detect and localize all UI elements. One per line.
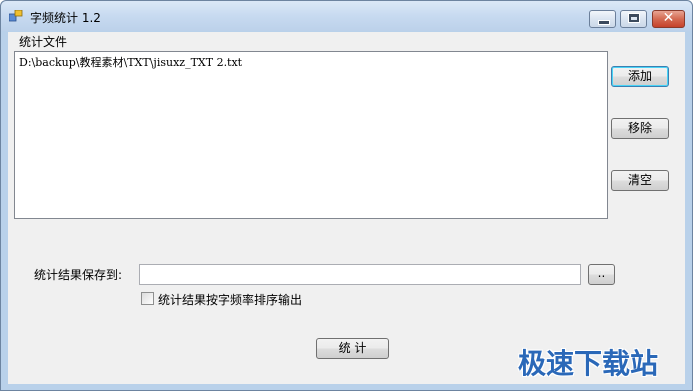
sort-output-label[interactable]: 统计结果按字频率排序输出 (158, 291, 302, 308)
minimize-button[interactable] (589, 10, 616, 28)
browse-button[interactable]: .. (588, 264, 615, 285)
save-path-input[interactable] (139, 264, 581, 285)
save-path-label: 统计结果保存到: (34, 268, 123, 282)
close-button[interactable]: ✕ (652, 10, 685, 28)
close-icon: ✕ (662, 10, 675, 26)
maximize-icon (628, 13, 640, 23)
remove-button[interactable]: 移除 (611, 118, 669, 139)
app-window: 字频统计 1.2 ✕ 统计文件 D:\backup\教程素材\TXT\jisux… (0, 0, 693, 391)
app-icon (9, 10, 23, 22)
client-area: 统计文件 D:\backup\教程素材\TXT\jisuxz_TXT 2.txt… (8, 32, 685, 384)
run-statistics-button[interactable]: 统 计 (316, 338, 389, 359)
clear-button[interactable]: 清空 (611, 170, 669, 191)
file-listbox[interactable]: D:\backup\教程素材\TXT\jisuxz_TXT 2.txt (14, 51, 608, 219)
watermark-logo: 极速下载站 (518, 347, 659, 380)
sort-output-checkbox[interactable] (141, 292, 154, 305)
window-title: 字频统计 1.2 (30, 11, 101, 25)
add-button[interactable]: 添加 (611, 66, 669, 87)
minimize-icon (598, 20, 610, 25)
title-bar[interactable]: 字频统计 1.2 ✕ (1, 1, 692, 31)
maximize-button[interactable] (620, 10, 647, 28)
files-group-label: 统计文件 (19, 35, 68, 49)
list-item[interactable]: D:\backup\教程素材\TXT\jisuxz_TXT 2.txt (19, 54, 242, 70)
